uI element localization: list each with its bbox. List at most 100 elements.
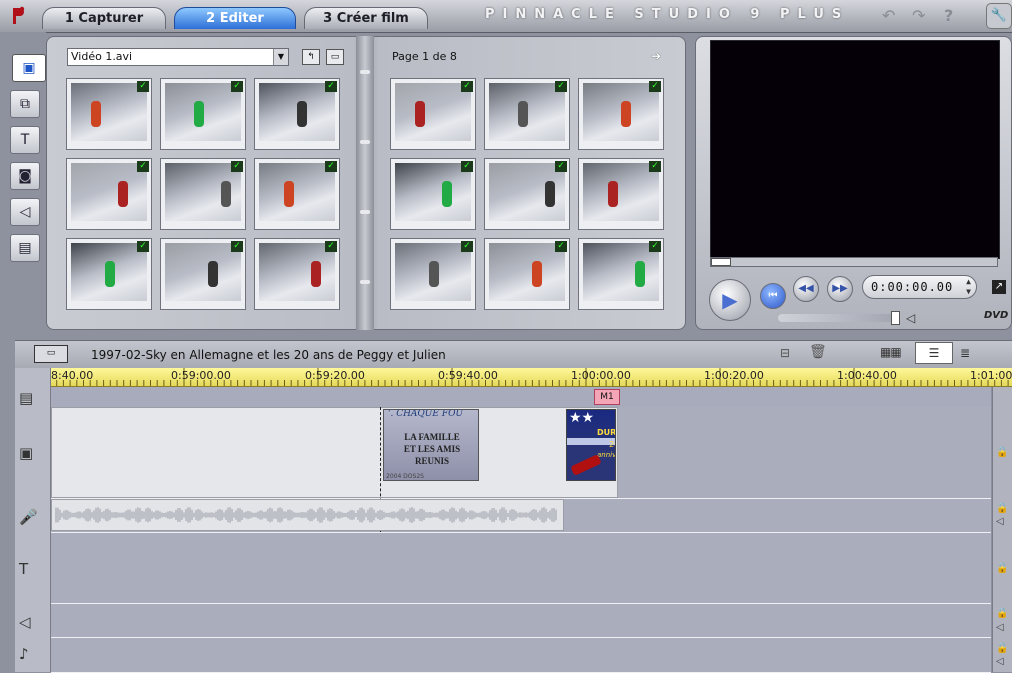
- scene-thumbnail[interactable]: ✓: [390, 78, 476, 150]
- flag-clip-text: DUR: [597, 428, 616, 437]
- checkmark-icon: ✓: [461, 161, 473, 172]
- scene-thumbnail[interactable]: ✓: [254, 78, 340, 150]
- firework-icon: [570, 454, 602, 476]
- scene-thumbnail[interactable]: ✓: [484, 78, 570, 150]
- checkmark-icon: ✓: [649, 161, 661, 172]
- chevron-down-icon[interactable]: ▼: [273, 49, 288, 65]
- preview-scrubber[interactable]: [710, 257, 998, 267]
- ruler-tick-label: 1:00:20.00: [704, 369, 764, 382]
- speaker-mute-icon[interactable]: ◁: [996, 622, 1004, 633]
- transitions-tab-button[interactable]: ⧉: [10, 90, 40, 118]
- checkmark-icon: ✓: [137, 161, 149, 172]
- flag-clip-text: anniv: [597, 451, 616, 459]
- redo-icon[interactable]: ↷: [912, 6, 925, 25]
- title-clip-header: '. CHAQUE FOU: [388, 409, 464, 419]
- music-track[interactable]: [51, 638, 991, 673]
- clip-box-icon[interactable]: ▭: [34, 345, 68, 363]
- speaker-mute-icon[interactable]: ◁: [996, 656, 1004, 667]
- title-clip-line: ET LES AMIS: [403, 444, 461, 454]
- tab-edit[interactable]: 2 Editer: [174, 7, 296, 29]
- scene-thumbnail-image: [489, 83, 565, 141]
- scene-figure: [545, 181, 555, 207]
- scene-thumbnail[interactable]: ✓: [160, 238, 246, 310]
- next-page-icon[interactable]: ➔: [651, 49, 661, 63]
- scene-thumbnail[interactable]: ✓: [160, 158, 246, 230]
- help-icon[interactable]: ?: [944, 6, 953, 25]
- menu-icon: ▤: [18, 240, 32, 256]
- checkmark-icon: ✓: [649, 241, 661, 252]
- scene-figure: [194, 101, 204, 127]
- lock-icon[interactable]: 🔒: [996, 643, 1008, 654]
- scene-thumbnail[interactable]: ✓: [578, 158, 664, 230]
- lock-icon[interactable]: 🔒: [996, 563, 1008, 574]
- checkmark-icon: ✓: [137, 241, 149, 252]
- scene-thumbnail[interactable]: ✓: [578, 78, 664, 150]
- microphone-icon[interactable]: 🎤: [19, 508, 38, 526]
- chapter-marker[interactable]: M1: [594, 389, 620, 405]
- scene-thumbnail[interactable]: ✓: [578, 238, 664, 310]
- checkmark-icon: ✓: [461, 241, 473, 252]
- dvd-logo: DVD: [984, 310, 1009, 321]
- undo-icon[interactable]: ↶: [882, 6, 895, 25]
- volume-slider-handle[interactable]: [891, 311, 900, 325]
- photos-tab-button[interactable]: ◙: [10, 162, 40, 190]
- folder-icon[interactable]: ▭: [326, 49, 344, 65]
- lock-icon[interactable]: 🔒: [996, 503, 1008, 514]
- title-track[interactable]: [51, 533, 991, 604]
- fast-forward-button[interactable]: ▶▶: [827, 276, 853, 302]
- scene-figure: [311, 261, 321, 287]
- speaker-icon[interactable]: ◁: [19, 613, 31, 631]
- timecode-display[interactable]: 0:00:00.00 ▲ ▼: [862, 275, 977, 299]
- tab-capture[interactable]: 1 Capturer: [42, 7, 166, 29]
- titles-tab-button[interactable]: T: [10, 126, 40, 154]
- rewind-button[interactable]: ◀◀: [793, 276, 819, 302]
- go-to-start-button[interactable]: ⏮: [760, 283, 786, 309]
- play-button[interactable]: ▶: [709, 279, 751, 321]
- scene-thumbnail[interactable]: ✓: [254, 158, 340, 230]
- scene-thumbnail[interactable]: ✓: [390, 238, 476, 310]
- trash-icon[interactable]: 🗑: [809, 344, 827, 360]
- disc-menus-tab-button[interactable]: ▤: [10, 234, 40, 262]
- scene-thumbnail[interactable]: ✓: [254, 238, 340, 310]
- image-clip[interactable]: ★★ DUR 20 anniv: [566, 409, 616, 481]
- video-clips-tab-button[interactable]: ▣: [12, 54, 46, 82]
- volume-slider[interactable]: [778, 314, 896, 322]
- scene-thumbnail[interactable]: ✓: [390, 158, 476, 230]
- sound-effects-tab-button[interactable]: ◁: [10, 198, 40, 226]
- checkmark-icon: ✓: [461, 81, 473, 92]
- lock-icon[interactable]: 🔒: [996, 608, 1008, 619]
- speaker-icon[interactable]: ◁: [906, 311, 915, 325]
- timeline-view-icon[interactable]: ☰: [915, 342, 953, 364]
- title-overlay-icon[interactable]: T: [19, 560, 28, 578]
- checkmark-icon: ✓: [555, 241, 567, 252]
- sound-effects-track[interactable]: [51, 604, 991, 638]
- scene-thumbnail[interactable]: ✓: [160, 78, 246, 150]
- parent-folder-icon[interactable]: ↰: [302, 49, 320, 65]
- timecode-stepper-icon[interactable]: ▲ ▼: [966, 277, 972, 297]
- scene-thumbnail[interactable]: ✓: [484, 238, 570, 310]
- scene-thumbnail[interactable]: ✓: [484, 158, 570, 230]
- pop-out-icon[interactable]: ↗: [992, 280, 1006, 294]
- music-note-icon[interactable]: ♪: [19, 645, 29, 663]
- title-clip-line: LA FAMILLE: [404, 432, 460, 442]
- checkmark-icon: ✓: [231, 81, 243, 92]
- text-view-icon[interactable]: ≣: [960, 346, 970, 360]
- settings-wrench-icon[interactable]: 🔧: [986, 3, 1012, 29]
- lock-icon[interactable]: 🔒: [996, 447, 1008, 458]
- speaker-mute-icon[interactable]: ◁: [996, 516, 1004, 527]
- audio-clip[interactable]: [51, 499, 564, 531]
- tab-make-movie[interactable]: 3 Créer film: [304, 7, 428, 29]
- storyboard-view-icon[interactable]: ▦▦: [880, 345, 902, 359]
- split-clip-icon[interactable]: ⊟: [780, 346, 790, 360]
- checkmark-icon: ✓: [231, 161, 243, 172]
- scene-thumbnail[interactable]: ✓: [66, 158, 152, 230]
- video-camera-icon[interactable]: ▣: [19, 444, 33, 462]
- menu-track[interactable]: [51, 387, 991, 408]
- scene-thumbnail-image: [165, 83, 241, 141]
- scene-thumbnail[interactable]: ✓: [66, 78, 152, 150]
- scene-thumbnail[interactable]: ✓: [66, 238, 152, 310]
- title-clip[interactable]: '. CHAQUE FOU LA FAMILLE ET LES AMIS REU…: [383, 409, 479, 481]
- video-clip[interactable]: [51, 407, 618, 498]
- scrubber-handle[interactable]: [711, 258, 731, 266]
- source-file-select[interactable]: Vidéo 1.avi ▼: [67, 48, 289, 66]
